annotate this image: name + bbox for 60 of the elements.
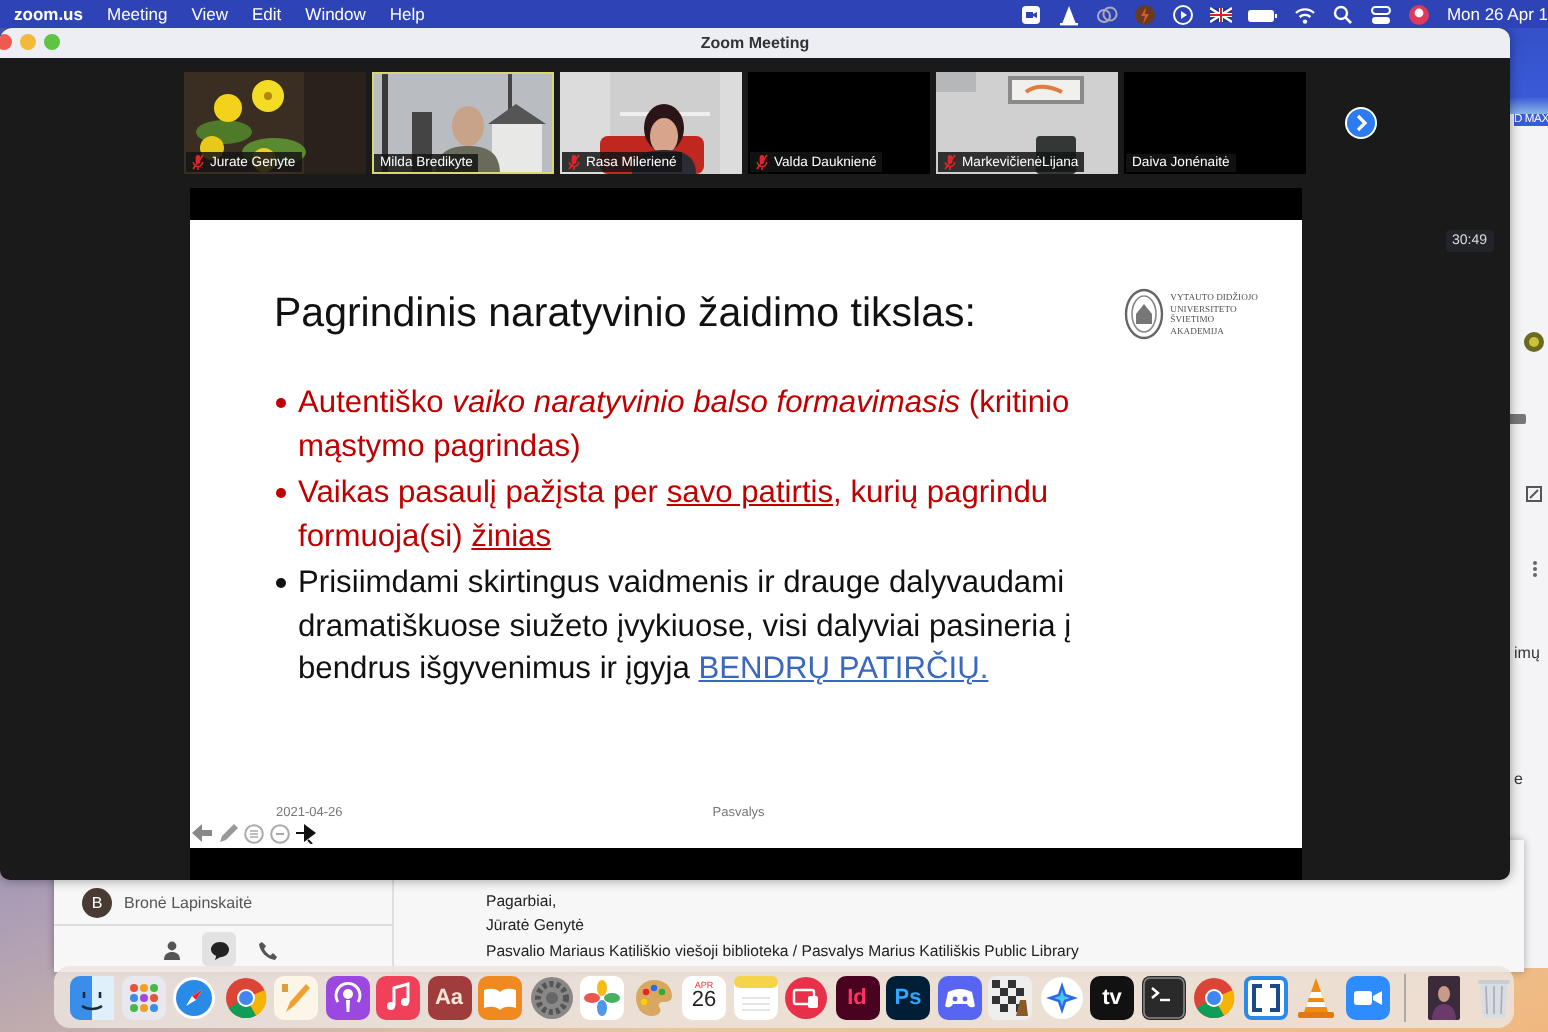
menu-item[interactable]: Meeting <box>106 4 168 24</box>
bullet-text: Autentiško vaiko naratyvinio balso formavimasis (kritinio mąstymo pagrindas) <box>298 384 1072 467</box>
seal-icon <box>1124 288 1165 340</box>
more-icon[interactable] <box>1532 560 1538 578</box>
wifi-icon[interactable] <box>1294 3 1317 25</box>
cursor-icon <box>296 822 316 844</box>
compass-icon[interactable] <box>172 975 216 1019</box>
avatar-icon <box>1524 332 1544 352</box>
menu-item[interactable]: Edit <box>252 4 282 24</box>
wheel-icon[interactable] <box>1192 975 1236 1019</box>
dock-app[interactable]: Aa <box>427 975 471 1019</box>
bullet-text: Vaikas pasaulį pažįsta per savo patirtis, kurių pagrindu formuoja(si) žinias <box>298 474 1051 557</box>
chat-icon <box>209 939 229 959</box>
app-menu[interactable]: zoom.us <box>14 4 83 24</box>
cone-icon[interactable] <box>1058 3 1081 25</box>
bullet-text: Prisiimdami skirtingus vaidmenis ir drauge dalyvaudami dramatiškuose siužeto įvykiuose, visi dalyviai pasineria į bendrus išgyvenimus ir įgyja BENDRŲ PATIRČIŲ. <box>298 564 1074 690</box>
bracket-icon[interactable] <box>1243 975 1287 1019</box>
terminal-icon[interactable] <box>1141 975 1185 1019</box>
slide-link[interactable]: BENDRŲ PATIRČIŲ. <box>698 652 989 686</box>
menu-item[interactable]: View <box>191 4 229 24</box>
sender-name: Bronė Lapinskaitė <box>124 893 253 911</box>
play-icon[interactable] <box>1172 3 1195 25</box>
podcast-icon[interactable] <box>325 975 369 1019</box>
close-button[interactable] <box>0 34 12 50</box>
dock-app[interactable]: tv <box>1090 975 1134 1019</box>
wheel-icon[interactable] <box>223 975 267 1019</box>
dock-app[interactable]: Id <box>835 975 879 1019</box>
gear-icon[interactable] <box>529 975 573 1019</box>
game-controller-icon[interactable] <box>937 975 981 1019</box>
face-icon[interactable] <box>70 975 114 1019</box>
search-icon[interactable] <box>1332 3 1355 25</box>
switches-icon[interactable] <box>1370 3 1393 25</box>
edit-icon[interactable] <box>1526 486 1542 502</box>
grid-icon[interactable] <box>121 975 165 1019</box>
avatar: B <box>82 887 112 917</box>
flower-icon[interactable] <box>580 975 624 1019</box>
flag-icon[interactable] <box>1210 3 1233 25</box>
dock-app[interactable]: Ps <box>886 975 930 1019</box>
phone-icon <box>257 939 277 959</box>
person-icon <box>161 939 181 959</box>
bolt-icon[interactable] <box>1134 3 1157 25</box>
page-text: e <box>1514 770 1523 788</box>
page-text: imų <box>1514 644 1540 662</box>
palette-icon[interactable] <box>631 975 675 1019</box>
back-arrow-icon[interactable] <box>192 824 212 842</box>
menu-item[interactable]: Help <box>389 4 425 24</box>
chat-tab[interactable] <box>202 932 236 966</box>
clock: Mon 26 Apr 1 <box>1446 4 1548 24</box>
camera-icon[interactable] <box>1020 3 1043 25</box>
screen-share-icon[interactable] <box>784 975 828 1019</box>
slide-title: Pagrindinis naratyvinio žaidimo tikslas: <box>274 290 976 338</box>
sparkle-icon[interactable] <box>1039 975 1083 1019</box>
chessboard-icon[interactable] <box>988 975 1032 1019</box>
open-book-icon[interactable] <box>478 975 522 1019</box>
menu-item[interactable]: Window <box>305 4 366 24</box>
window-title: Zoom Meeting <box>700 34 810 52</box>
music-note-icon[interactable] <box>376 975 420 1019</box>
video-camera-icon[interactable] <box>1345 975 1389 1019</box>
next-button[interactable] <box>1344 106 1378 140</box>
avatar-icon[interactable] <box>1408 3 1431 25</box>
